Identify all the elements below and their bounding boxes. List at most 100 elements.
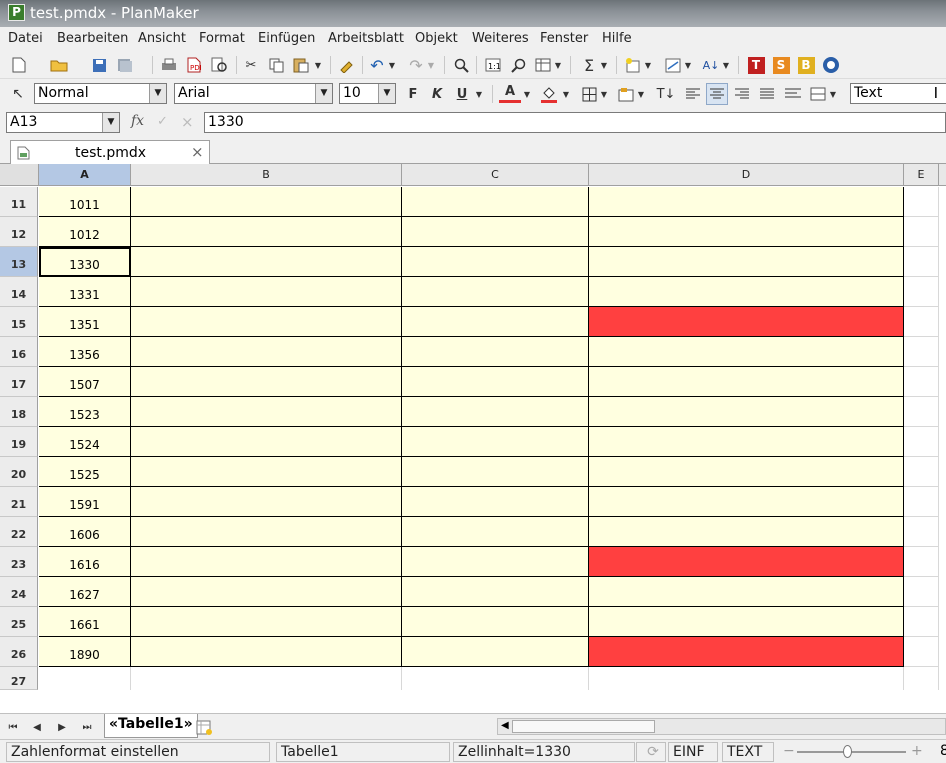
- cell-c-11[interactable]: [402, 187, 589, 217]
- row-header[interactable]: 18: [0, 397, 38, 427]
- cell-c-23[interactable]: [402, 547, 589, 577]
- status-input[interactable]: TEXT: [722, 742, 774, 762]
- cell-reference-box[interactable]: A13 ▼: [6, 112, 120, 133]
- paste-icon[interactable]: [290, 54, 312, 76]
- menu-einfuegen[interactable]: Einfügen: [258, 31, 315, 46]
- chevron-down-icon[interactable]: ▼: [149, 84, 166, 103]
- cell-e-18[interactable]: [904, 397, 939, 427]
- cell-d-16[interactable]: [589, 337, 904, 367]
- row-header[interactable]: 22: [0, 517, 38, 547]
- borders-dropdown-icon[interactable]: ▼: [598, 83, 610, 105]
- cell-d-17[interactable]: [589, 367, 904, 397]
- cell-c-19[interactable]: [402, 427, 589, 457]
- fill-color-icon[interactable]: [538, 83, 560, 105]
- document-tab[interactable]: test.pmdx ×: [10, 140, 210, 165]
- cell-a-20[interactable]: 1525: [39, 457, 131, 487]
- sort-dropdown-icon[interactable]: ▼: [720, 54, 732, 76]
- cell-c-21[interactable]: [402, 487, 589, 517]
- font-color-dropdown-icon[interactable]: ▼: [521, 83, 533, 105]
- column-header-d[interactable]: D: [589, 164, 904, 186]
- menu-ansicht[interactable]: Ansicht: [138, 31, 186, 46]
- row-header[interactable]: 11: [0, 187, 38, 217]
- cell-b-26[interactable]: [131, 637, 402, 667]
- cell-c-27[interactable]: [402, 667, 589, 690]
- zoom-in-icon[interactable]: +: [911, 743, 923, 759]
- table-icon[interactable]: [532, 54, 554, 76]
- bold-button[interactable]: F: [402, 83, 424, 105]
- row-header[interactable]: 13: [0, 247, 38, 277]
- autosum-dropdown-icon[interactable]: ▼: [598, 54, 610, 76]
- cancel-icon[interactable]: ×: [181, 113, 194, 131]
- style-select[interactable]: Normal ▼: [34, 83, 167, 104]
- scrollbar-thumb[interactable]: [512, 720, 655, 733]
- column-header-f[interactable]: [939, 164, 946, 186]
- cell-a-21[interactable]: 1591: [39, 487, 131, 517]
- cell-e-24[interactable]: [904, 577, 939, 607]
- cell-d-27[interactable]: [589, 667, 904, 690]
- cell-a-27[interactable]: [39, 667, 131, 690]
- cell-d-20[interactable]: [589, 457, 904, 487]
- menu-format[interactable]: Format: [199, 31, 245, 46]
- cell-d-23[interactable]: [589, 547, 904, 577]
- cell-e-25[interactable]: [904, 607, 939, 637]
- cell-a-14[interactable]: 1331: [39, 277, 131, 307]
- rotate-text-icon[interactable]: T↓: [655, 83, 677, 105]
- menu-fenster[interactable]: Fenster: [540, 31, 588, 46]
- format-painter-icon[interactable]: [335, 54, 357, 76]
- column-header-e[interactable]: E: [904, 164, 939, 186]
- cell-e-15[interactable]: [904, 307, 939, 337]
- print-icon[interactable]: [158, 54, 180, 76]
- row-header[interactable]: 20: [0, 457, 38, 487]
- save-all-icon[interactable]: [114, 54, 136, 76]
- open-folder-icon[interactable]: [48, 54, 70, 76]
- undo-icon[interactable]: ↶: [366, 54, 388, 76]
- table-dropdown-icon[interactable]: ▼: [552, 54, 564, 76]
- cell-d-14[interactable]: [589, 277, 904, 307]
- cell-e-16[interactable]: [904, 337, 939, 367]
- borders-icon[interactable]: [578, 83, 600, 105]
- paste-dropdown-icon[interactable]: ▼: [312, 54, 324, 76]
- copy-icon[interactable]: [265, 54, 287, 76]
- cell-format-dropdown-icon[interactable]: ▼: [635, 83, 647, 105]
- row-header[interactable]: 27: [0, 667, 38, 690]
- row-header[interactable]: 16: [0, 337, 38, 367]
- textmaker-icon[interactable]: T: [745, 54, 767, 76]
- chevron-down-icon[interactable]: ▼: [315, 84, 332, 103]
- cell-d-24[interactable]: [589, 577, 904, 607]
- number-format-field[interactable]: Text I: [850, 83, 946, 104]
- menu-objekt[interactable]: Objekt: [415, 31, 458, 46]
- save-icon[interactable]: [88, 54, 110, 76]
- italic-button[interactable]: K: [426, 83, 448, 105]
- chart-frame-dropdown-icon[interactable]: ▼: [682, 54, 694, 76]
- cell-e-19[interactable]: [904, 427, 939, 457]
- align-right-icon[interactable]: [731, 83, 753, 105]
- mail-client-icon[interactable]: [820, 54, 842, 76]
- cell-c-17[interactable]: [402, 367, 589, 397]
- cell-d-26[interactable]: [589, 637, 904, 667]
- sort-icon[interactable]: A↓: [700, 54, 722, 76]
- sheet-tab-tabelle1[interactable]: «Tabelle1»: [104, 714, 198, 738]
- menu-weiteres[interactable]: Weiteres: [472, 31, 529, 46]
- last-sheet-icon[interactable]: ⏭: [76, 716, 98, 738]
- basicmaker-icon[interactable]: B: [795, 54, 817, 76]
- zoom-out-icon[interactable]: −: [783, 743, 795, 759]
- chevron-down-icon[interactable]: ▼: [102, 113, 119, 132]
- cell-c-12[interactable]: [402, 217, 589, 247]
- refresh-icon[interactable]: ⟳: [636, 742, 666, 762]
- cell-a-13[interactable]: 1330: [39, 247, 131, 277]
- cell-d-21[interactable]: [589, 487, 904, 517]
- cell-b-19[interactable]: [131, 427, 402, 457]
- scroll-left-icon[interactable]: ◀: [501, 720, 509, 731]
- fill-color-dropdown-icon[interactable]: ▼: [560, 83, 572, 105]
- planmaker-icon[interactable]: S: [770, 54, 792, 76]
- row-header[interactable]: 14: [0, 277, 38, 307]
- cell-b-17[interactable]: [131, 367, 402, 397]
- redo-dropdown-icon[interactable]: ▼: [425, 54, 437, 76]
- cell-d-15[interactable]: [589, 307, 904, 337]
- wrap-text-icon[interactable]: [782, 83, 804, 105]
- cell-a-19[interactable]: 1524: [39, 427, 131, 457]
- status-mode[interactable]: EINF: [668, 742, 718, 762]
- search-icon[interactable]: [450, 54, 472, 76]
- cell-b-20[interactable]: [131, 457, 402, 487]
- goto-cell-icon[interactable]: 1:1: [482, 54, 504, 76]
